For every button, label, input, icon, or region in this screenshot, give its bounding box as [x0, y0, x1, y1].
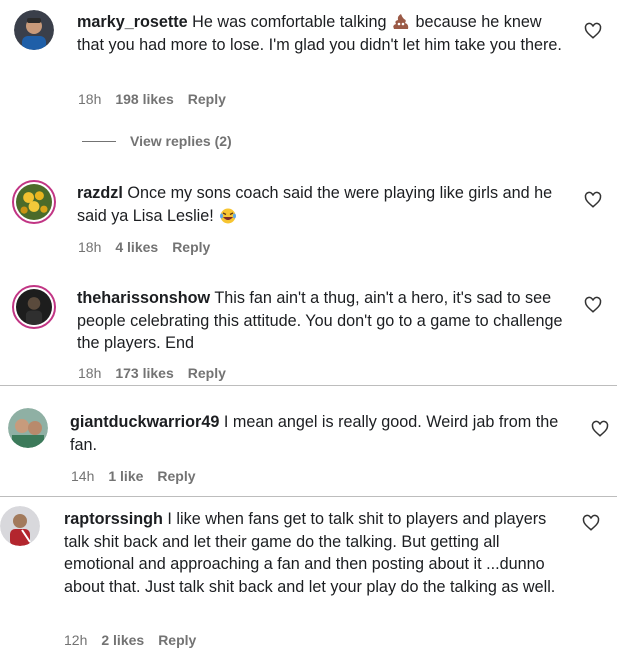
avatar[interactable] [8, 408, 48, 448]
username[interactable]: raptorssingh [64, 510, 163, 528]
divider [0, 385, 617, 386]
comment-text: marky_rosette He was comfortable talking… [77, 13, 562, 54]
likes-count[interactable]: 173 likes [115, 365, 173, 381]
comment-text: theharissonshow This fan ain't a thug, a… [77, 289, 563, 352]
username[interactable]: theharissonshow [77, 289, 210, 307]
heart-icon[interactable] [584, 22, 602, 40]
reply-button[interactable]: Reply [158, 632, 196, 648]
reply-button[interactable]: Reply [172, 239, 210, 255]
view-replies-button[interactable]: View replies (2) [82, 133, 232, 149]
avatar[interactable] [12, 180, 56, 224]
comment-item: raptorssingh I like when fans get to tal… [0, 500, 617, 671]
divider [0, 496, 617, 497]
comment-item: razdzl Once my sons coach said the were … [0, 172, 617, 262]
avatar[interactable] [14, 10, 54, 50]
reply-button[interactable]: Reply [188, 365, 226, 381]
reply-button[interactable]: Reply [157, 468, 195, 484]
comment-meta: 12h 2 likes Reply [64, 632, 210, 648]
comment-meta: 18h 173 likes Reply [78, 365, 240, 381]
likes-count[interactable]: 1 like [108, 468, 143, 484]
timestamp: 18h [78, 239, 102, 255]
comment-meta: 18h 4 likes Reply [78, 239, 224, 255]
username[interactable]: giantduckwarrior49 [70, 413, 219, 431]
heart-icon[interactable] [584, 191, 602, 209]
username[interactable]: razdzl [77, 184, 123, 202]
comment-item: giantduckwarrior49 I mean angel is reall… [0, 398, 617, 494]
likes-count[interactable]: 198 likes [115, 91, 173, 107]
avatar-image [16, 289, 52, 325]
avatar[interactable] [12, 285, 56, 329]
likes-count[interactable]: 4 likes [115, 239, 158, 255]
timestamp: 12h [64, 632, 88, 648]
avatar-image [14, 10, 54, 50]
comment-text: razdzl Once my sons coach said the were … [77, 184, 553, 225]
comment-text: raptorssingh I like when fans get to tal… [64, 510, 556, 596]
poop-emoji [393, 14, 409, 29]
likes-count[interactable]: 2 likes [101, 632, 144, 648]
timestamp: 14h [71, 468, 95, 484]
avatar[interactable] [0, 506, 40, 546]
heart-icon[interactable] [591, 420, 609, 438]
view-replies-label: View replies (2) [130, 133, 232, 149]
heart-icon[interactable] [584, 296, 602, 314]
view-replies-line [82, 140, 116, 142]
reply-button[interactable]: Reply [188, 91, 226, 107]
comment-item: marky_rosette He was comfortable talking… [0, 0, 617, 120]
avatar-image [0, 506, 40, 546]
comment-text: giantduckwarrior49 I mean angel is reall… [70, 413, 559, 454]
timestamp: 18h [78, 91, 102, 107]
avatar-image [8, 408, 48, 448]
avatar-image [16, 184, 52, 220]
comment-meta: 14h 1 like Reply [71, 468, 210, 484]
comment-meta: 18h 198 likes Reply [78, 91, 240, 107]
timestamp: 18h [78, 365, 102, 381]
username[interactable]: marky_rosette [77, 13, 188, 31]
comment-item: theharissonshow This fan ain't a thug, a… [0, 278, 617, 384]
heart-icon[interactable] [582, 514, 600, 532]
laughing-emoji [220, 208, 237, 223]
